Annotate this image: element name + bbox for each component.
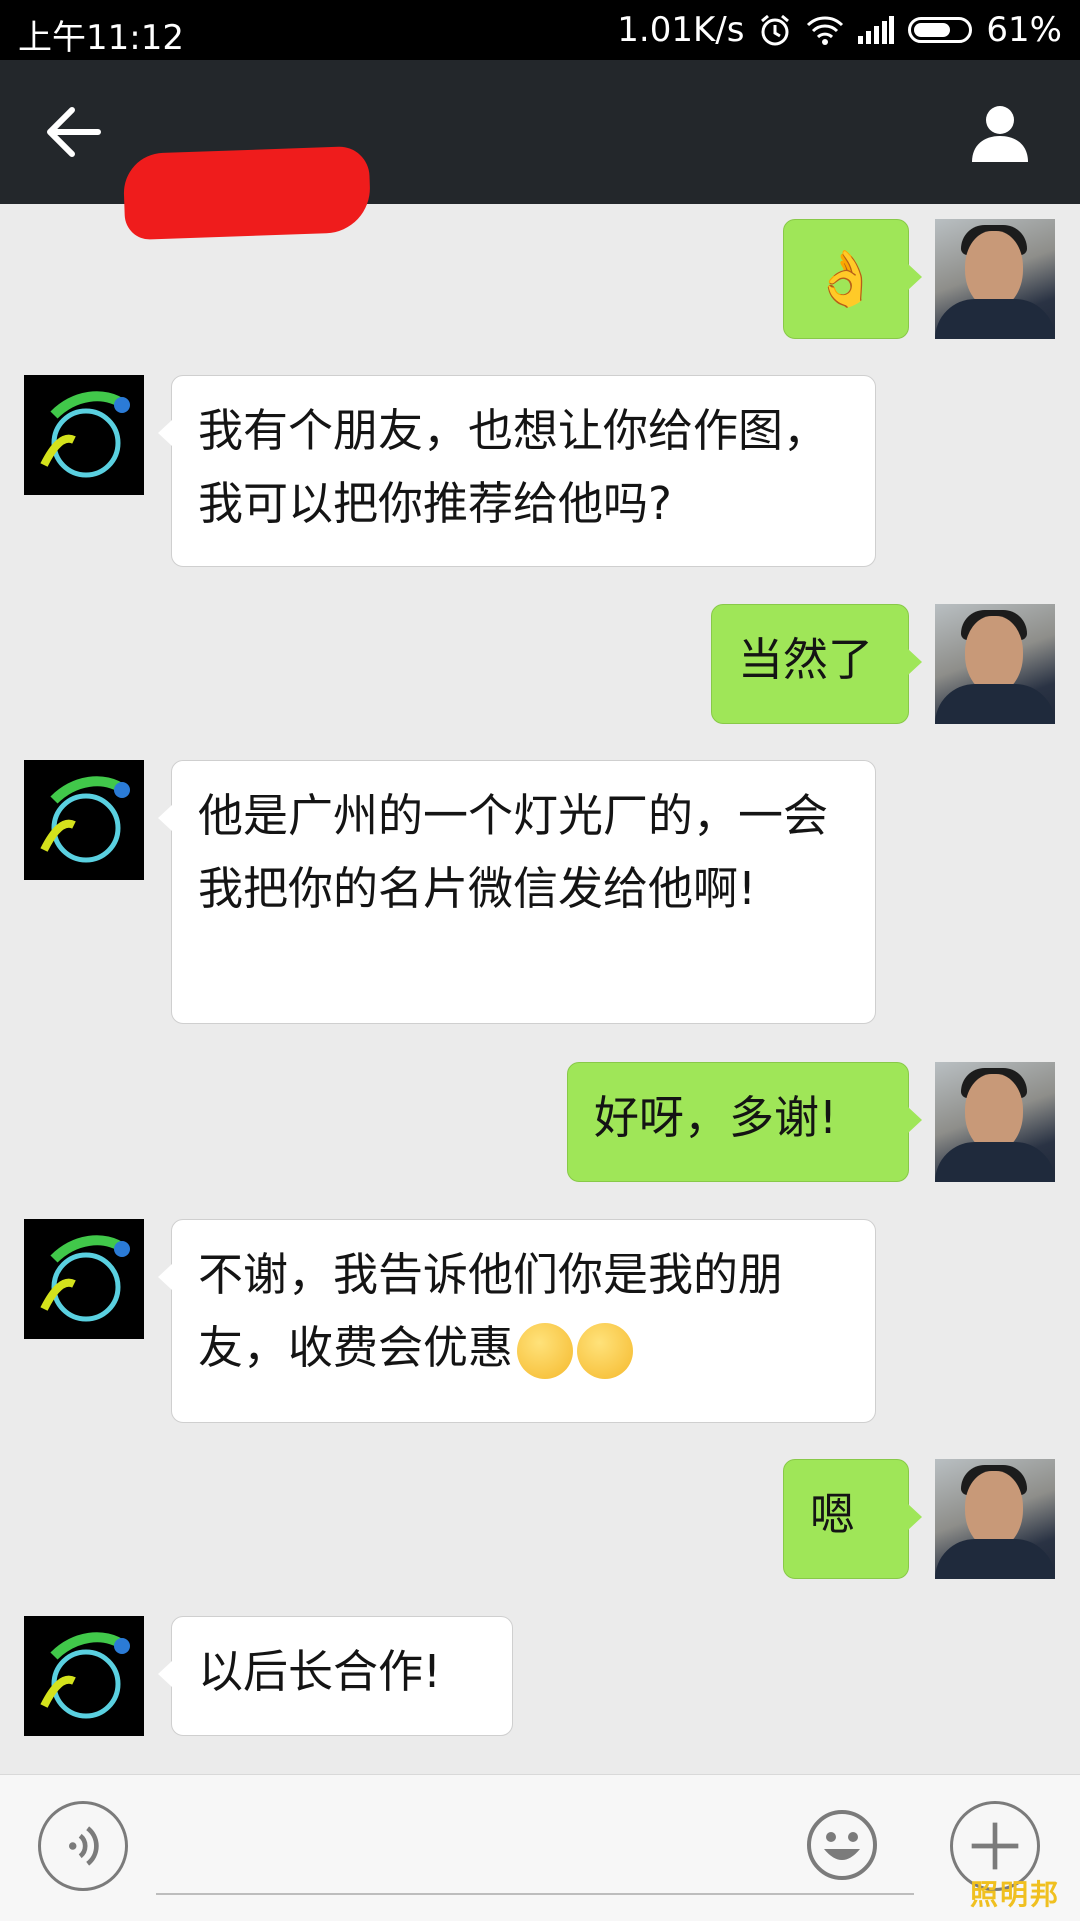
message-text: 当然了 [738,633,874,686]
my-avatar[interactable] [935,1459,1055,1579]
battery-percent: 61% [986,10,1062,50]
arrow-left-icon[interactable] [42,104,102,160]
wifi-icon [807,16,844,45]
voice-icon[interactable] [38,1801,128,1891]
my-avatar[interactable] [935,1062,1055,1182]
message-text: 以后长合作! [198,1645,442,1698]
message-bubble-incoming[interactable]: 不谢，我告诉他们你是我的朋友，收费会优惠 [158,1219,876,1423]
peacock-logo-icon [40,391,130,478]
peacock-logo-icon [40,1235,130,1322]
message-input[interactable] [156,1893,914,1895]
smiley-icon[interactable] [806,1809,878,1881]
message-bubble-outgoing[interactable]: 当然了 [711,604,922,724]
my-avatar[interactable] [935,604,1055,724]
status-time: 上午11:12 [18,18,184,58]
message-text: 我有个朋友，也想让你给作图，我可以把你推荐给他吗? [198,404,829,530]
message-text: 好呀，多谢! [594,1091,838,1144]
contact-avatar[interactable] [24,375,144,495]
input-bar: 照明邦 [0,1774,1080,1921]
message-bubble-outgoing[interactable]: 好呀，多谢! [567,1062,922,1182]
contact-avatar[interactable] [24,1616,144,1736]
message-bubble-outgoing[interactable]: 嗯 [783,1459,922,1579]
status-bar: 上午11:12 1.01K/s 61% [0,0,1080,60]
signal-icon [858,16,895,44]
message-text: 不谢，我告诉他们你是我的朋友，收费会优惠 [198,1248,784,1374]
peacock-logo-icon [40,1632,130,1719]
message-bubble-incoming[interactable]: 他是广州的一个灯光厂的，一会我把你的名片微信发给他啊! [158,760,876,1024]
battery-icon [908,17,973,43]
my-avatar[interactable] [935,219,1055,339]
watermark: 照明邦 [969,1878,1060,1911]
contact-avatar[interactable] [24,760,144,880]
ok-hand-emoji: 👌 [812,247,880,310]
message-bubble-outgoing[interactable]: 👌 [783,219,922,339]
message-text: 他是广州的一个灯光厂的，一会我把你的名片微信发给他啊! [198,789,829,915]
redacted-contact-name [122,145,372,241]
peacock-logo-icon [40,776,130,863]
chuckle-emoji-icon [517,1323,574,1379]
person-icon[interactable] [968,100,1032,164]
message-bubble-incoming[interactable]: 以后长合作! [158,1616,513,1736]
network-speed: 1.01K/s [617,10,745,50]
status-indicators: 1.01K/s 61% [617,10,1062,50]
chuckle-emoji-icon [577,1323,634,1379]
message-bubble-incoming[interactable]: 我有个朋友，也想让你给作图，我可以把你推荐给他吗? [158,375,876,567]
message-text: 嗯 [810,1488,856,1541]
contact-avatar[interactable] [24,1219,144,1339]
chat-header [0,60,1080,241]
alarm-icon [761,14,790,46]
